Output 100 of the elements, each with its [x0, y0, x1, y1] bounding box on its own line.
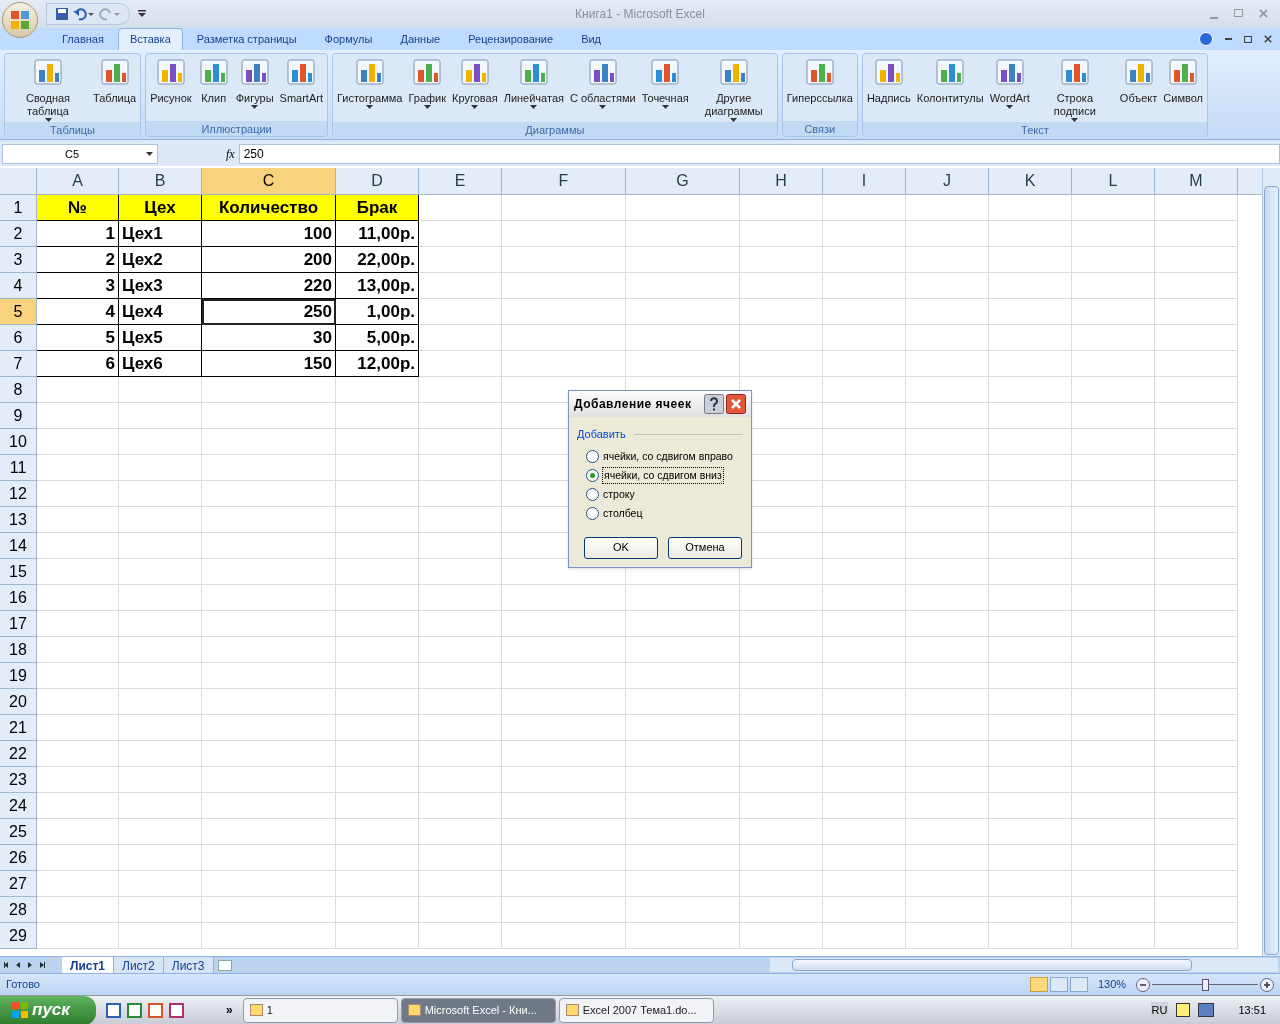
column-header[interactable]: H [740, 168, 823, 194]
column-header[interactable]: D [336, 168, 419, 194]
insert-function-button[interactable]: fx [226, 145, 235, 163]
ribbon-button[interactable]: Строка подписи [1033, 54, 1116, 122]
ribbon-tab[interactable]: Вставка [117, 28, 183, 50]
row-header[interactable]: 27 [0, 871, 37, 897]
radio-option[interactable]: ячейки, со сдвигом вправо [586, 449, 751, 464]
row-header[interactable]: 10 [0, 429, 37, 455]
row-header[interactable]: 1 [0, 195, 37, 221]
sheet-tab[interactable]: Лист2 [114, 956, 164, 974]
row-header[interactable]: 14 [0, 533, 37, 559]
row-header[interactable]: 6 [0, 325, 37, 351]
column-header[interactable]: I [823, 168, 906, 194]
ribbon-button[interactable]: Сводная таблица [7, 54, 89, 122]
row-header[interactable]: 19 [0, 663, 37, 689]
dialog-button[interactable]: Отмена [668, 536, 742, 559]
zoom-level[interactable]: 130% [1098, 976, 1134, 993]
sheet-tab[interactable]: Лист3 [163, 956, 214, 974]
ribbon-tab[interactable]: Формулы [310, 28, 387, 50]
ribbon-button[interactable]: Круговая [450, 54, 500, 122]
row-header[interactable]: 18 [0, 637, 37, 663]
help-icon[interactable] [1176, 1003, 1191, 1017]
office-button[interactable] [2, 2, 38, 38]
customize-icon[interactable] [138, 10, 146, 18]
undo-icon[interactable] [73, 7, 95, 21]
radio-button[interactable] [586, 507, 599, 520]
radio-option[interactable]: столбец [586, 506, 751, 521]
ribbon-tab[interactable]: Главная [48, 28, 118, 50]
ribbon-button[interactable]: Рисунок [148, 54, 194, 121]
row-header[interactable]: 16 [0, 585, 37, 611]
row-header[interactable]: 11 [0, 455, 37, 481]
row-header[interactable]: 12 [0, 481, 37, 507]
ribbon-button[interactable]: Таблица [91, 54, 139, 122]
column-header[interactable]: J [906, 168, 989, 194]
restore-icon[interactable] [1244, 35, 1252, 43]
column-header[interactable]: F [502, 168, 626, 194]
ribbon-button[interactable]: Фигуры [233, 54, 276, 121]
language-indicator[interactable]: RU [1150, 1001, 1169, 1019]
row-header[interactable]: 21 [0, 715, 37, 741]
column-header[interactable]: E [419, 168, 502, 194]
ribbon-button[interactable]: Колонтитулы [914, 54, 986, 122]
column-header[interactable]: L [1072, 168, 1155, 194]
ribbon-tab[interactable]: Данные [386, 28, 455, 50]
dialog-button[interactable]: OK [584, 536, 658, 559]
column-header[interactable]: C [202, 168, 336, 194]
column-header[interactable]: M [1155, 168, 1238, 194]
radio-option[interactable]: строку [586, 487, 751, 502]
quick-launch-icon[interactable] [127, 1002, 142, 1018]
close-icon[interactable] [726, 394, 746, 414]
radio-button[interactable] [586, 488, 599, 501]
ribbon-button[interactable]: Другие диаграммы [692, 54, 775, 122]
taskbar-button[interactable]: Microsoft Excel - Кни... [400, 997, 556, 1023]
ribbon-tab[interactable]: Рецензирование [454, 28, 568, 50]
sheet-tab[interactable]: Лист1 [62, 956, 115, 974]
help-icon[interactable] [704, 394, 724, 414]
ribbon-button[interactable]: Гистограмма [334, 54, 405, 122]
quick-launch-icon[interactable] [169, 1002, 184, 1018]
quick-launch-icon[interactable] [106, 1002, 121, 1018]
ribbon-button[interactable]: С областями [567, 54, 638, 122]
row-header[interactable]: 8 [0, 377, 37, 403]
ribbon-button[interactable]: Гиперссылка [784, 54, 855, 121]
formula-field[interactable]: 250 [238, 144, 1280, 164]
ribbon-button[interactable]: Клип [195, 54, 232, 121]
network-icon[interactable] [1198, 1003, 1215, 1017]
radio-button[interactable] [586, 450, 599, 463]
horizontal-scrollbar[interactable] [792, 959, 1192, 971]
name-box[interactable]: C5 [2, 144, 158, 164]
sheet-nav-icon[interactable] [40, 961, 46, 969]
more-button[interactable]: » [226, 1001, 233, 1019]
zoom-out-icon[interactable] [1136, 977, 1150, 992]
row-header[interactable]: 2 [0, 221, 37, 247]
row-header[interactable]: 7 [0, 351, 37, 377]
ribbon-tab[interactable]: Вид [567, 28, 616, 50]
row-header[interactable]: 26 [0, 845, 37, 871]
row-header[interactable]: 29 [0, 923, 37, 949]
ribbon-button[interactable]: Линейчатая [501, 54, 566, 122]
column-header[interactable]: A [37, 168, 119, 194]
ribbon-button[interactable]: SmartArt [277, 54, 325, 121]
ribbon-button[interactable]: Точечная [639, 54, 691, 122]
ribbon-button[interactable]: Надпись [864, 54, 913, 122]
sheet-nav-icon[interactable] [4, 961, 10, 969]
radio-button[interactable] [586, 469, 599, 482]
row-header[interactable]: 3 [0, 247, 37, 273]
ribbon-button[interactable]: Символ [1161, 54, 1205, 122]
taskbar-button[interactable]: Excel 2007 Тема1.do... [558, 997, 714, 1023]
start-button[interactable]: пуск [0, 995, 96, 1024]
taskbar-button[interactable]: 1 [242, 997, 398, 1023]
ribbon-button[interactable]: Объект [1117, 54, 1160, 122]
close-icon[interactable] [1264, 35, 1272, 43]
zoom-slider[interactable] [1152, 977, 1258, 992]
row-header[interactable]: 22 [0, 741, 37, 767]
column-header[interactable]: K [989, 168, 1072, 194]
save-icon[interactable] [55, 7, 69, 21]
row-header[interactable]: 13 [0, 507, 37, 533]
row-header[interactable]: 5 [0, 299, 37, 325]
row-header[interactable]: 4 [0, 273, 37, 299]
zoom-in-icon[interactable] [1260, 977, 1274, 992]
row-header[interactable]: 25 [0, 819, 37, 845]
row-header[interactable]: 28 [0, 897, 37, 923]
ribbon-button[interactable]: WordArt [987, 54, 1032, 122]
